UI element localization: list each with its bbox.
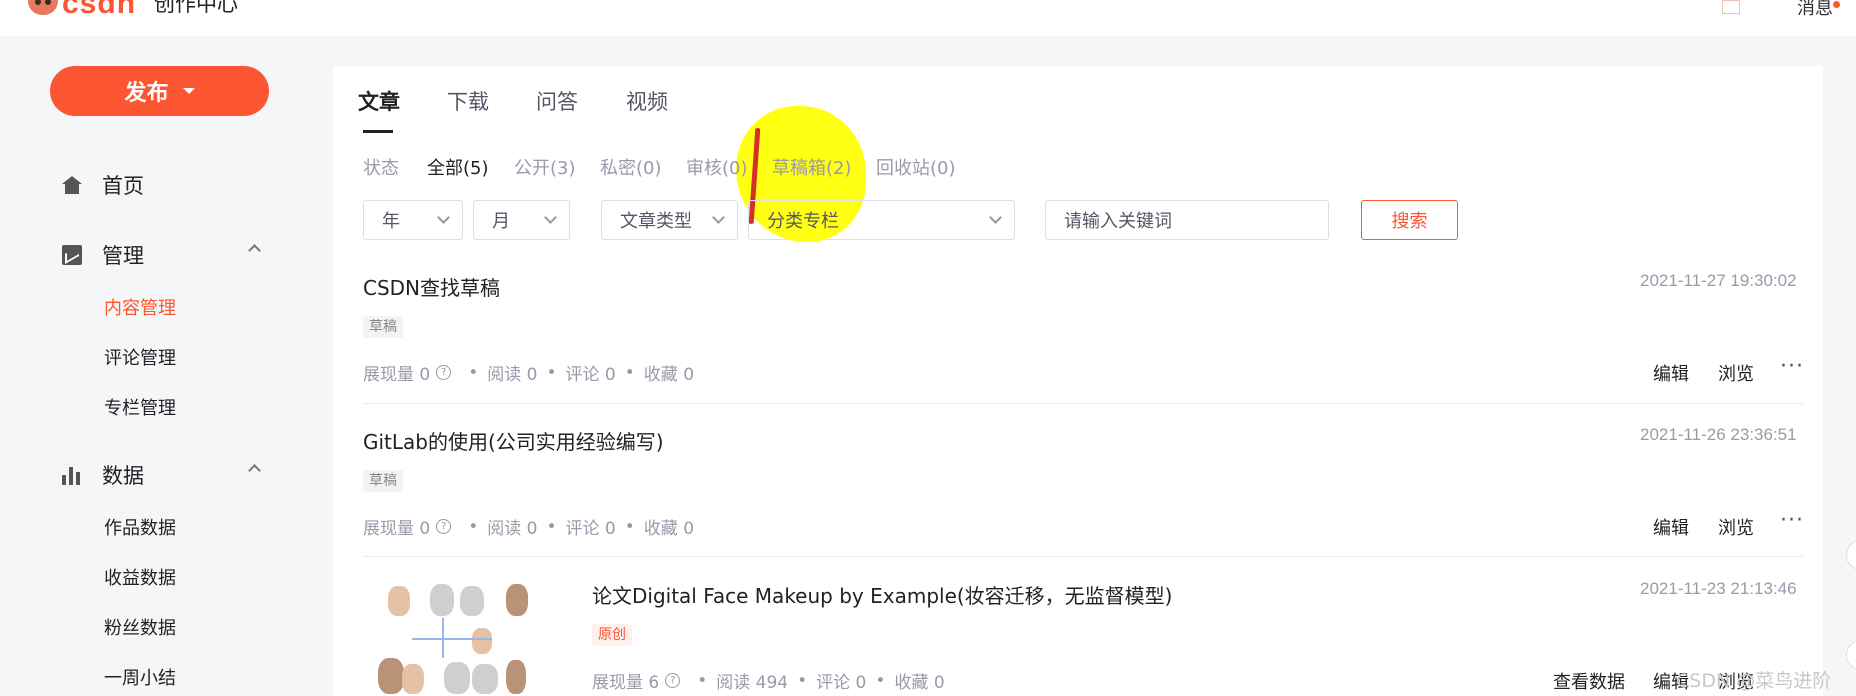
qr-code-icon[interactable] [1722, 0, 1740, 14]
reads-stat: 阅读 0 [487, 365, 538, 385]
month-select-value: 月 [492, 211, 510, 232]
sidebar-item-content-manage[interactable]: 内容管理 [104, 294, 176, 320]
original-tag: 原创 [592, 624, 632, 646]
creator-center-title: 创作中心 [154, 0, 239, 16]
sidebar-item-works-data[interactable]: 作品数据 [104, 514, 176, 540]
sidebar-item-comment-manage[interactable]: 评论管理 [104, 344, 176, 370]
column-select-value: 分类专栏 [767, 211, 839, 232]
sidebar-item-column-manage[interactable]: 专栏管理 [104, 394, 176, 420]
article-date: 2021-11-23 21:13:46 [1640, 579, 1797, 598]
messages-link[interactable]: 消息 [1797, 0, 1833, 20]
top-bar: CSDN 创作中心 消息 [0, 0, 1856, 36]
draft-tag: 草稿 [363, 316, 403, 338]
article-thumbnail[interactable] [372, 578, 530, 696]
sidebar-item-weekly-summary[interactable]: 一周小结 [104, 664, 176, 690]
more-icon[interactable]: ··· [1780, 354, 1804, 379]
logo-text: CSDN [62, 0, 137, 20]
tab-downloads[interactable]: 下载 [447, 86, 489, 116]
reads-stat: 阅读 494 [716, 673, 789, 693]
monkey-logo-icon [28, 0, 58, 15]
search-input[interactable]: 请输入关键词 [1045, 200, 1329, 240]
chevron-down-icon [437, 211, 450, 224]
sidebar-home-label: 首页 [102, 174, 144, 198]
sidebar-item-income-data[interactable]: 收益数据 [104, 564, 176, 590]
view-button[interactable]: 浏览 [1718, 514, 1754, 540]
article-stats: 展现量 0 ? • 阅读 0 • 评论 0 • 收藏 0 [363, 360, 695, 386]
chevron-down-icon [712, 211, 725, 224]
article-date: 2021-11-26 23:36:51 [1640, 425, 1797, 444]
trend-chart-icon [62, 245, 82, 265]
divider [363, 556, 1803, 557]
sidebar-item-data[interactable]: 数据 [62, 460, 144, 490]
edit-button[interactable]: 编辑 [1653, 360, 1689, 386]
year-select[interactable]: 年 [363, 200, 463, 240]
article-title[interactable]: 论文Digital Face Makeup by Example(妆容迁移，无监… [592, 580, 1172, 609]
sidebar-item-fans-data[interactable]: 粉丝数据 [104, 614, 176, 640]
publish-label: 发布 [124, 81, 169, 106]
year-select-value: 年 [382, 211, 400, 232]
filter-public[interactable]: 公开(3) [514, 154, 576, 180]
chevron-down-icon [544, 211, 557, 224]
article-type-value: 文章类型 [620, 211, 692, 232]
tab-videos[interactable]: 视频 [626, 86, 668, 116]
article-stats: 展现量 6 ? • 阅读 494 • 评论 0 • 收藏 0 [592, 668, 945, 694]
search-placeholder: 请输入关键词 [1064, 211, 1172, 232]
filter-private[interactable]: 私密(0) [600, 154, 662, 180]
impressions-stat: 展现量 0 [363, 365, 431, 385]
status-filter-label: 状态 [363, 158, 399, 179]
filter-recycle-bin[interactable]: 回收站(0) [876, 154, 956, 180]
sidebar-item-manage[interactable]: 管理 [62, 240, 144, 270]
article-type-select[interactable]: 文章类型 [601, 200, 738, 240]
draft-tag: 草稿 [363, 470, 403, 492]
sidebar-manage-label: 管理 [102, 244, 144, 268]
favorites-stat: 收藏 0 [894, 673, 945, 693]
impressions-stat: 展现量 6 [592, 673, 660, 693]
bar-chart-icon [62, 465, 82, 485]
help-icon[interactable]: ? [436, 519, 452, 534]
chevron-down-icon [989, 211, 1002, 224]
chevron-up-icon[interactable] [248, 244, 261, 257]
more-icon[interactable]: ··· [1780, 508, 1804, 533]
view-button[interactable]: 浏览 [1718, 360, 1754, 386]
article-date: 2021-11-27 19:30:02 [1640, 271, 1797, 290]
month-select[interactable]: 月 [473, 200, 570, 240]
active-tab-indicator [363, 130, 393, 133]
floating-button[interactable] [1846, 540, 1856, 570]
watermark: CSDN @菜鸟进阶中... [1676, 670, 1832, 692]
csdn-logo[interactable]: CSDN 创作中心 [28, 0, 239, 20]
publish-button[interactable]: 发布 [50, 66, 269, 116]
article-title[interactable]: GitLab的使用(公司实用经验编写) [363, 426, 664, 455]
filter-drafts[interactable]: 草稿箱(2) [772, 154, 852, 180]
home-icon [62, 176, 82, 194]
reads-stat: 阅读 0 [487, 519, 538, 539]
filter-review[interactable]: 审核(0) [686, 154, 748, 180]
sidebar-item-home[interactable]: 首页 [62, 170, 144, 200]
help-icon[interactable]: ? [436, 365, 452, 380]
comments-stat: 评论 0 [565, 519, 616, 539]
divider [363, 403, 1803, 404]
favorites-stat: 收藏 0 [643, 365, 695, 385]
chevron-up-icon[interactable] [248, 464, 261, 477]
comments-stat: 评论 0 [565, 365, 616, 385]
notification-dot [1833, 1, 1840, 8]
filter-all[interactable]: 全部(5) [427, 154, 489, 180]
impressions-stat: 展现量 0 [363, 519, 431, 539]
tab-qa[interactable]: 问答 [536, 86, 578, 116]
column-select[interactable]: 分类专栏 [748, 200, 1015, 240]
favorites-stat: 收藏 0 [643, 519, 695, 539]
caret-down-icon [182, 88, 195, 94]
edit-button[interactable]: 编辑 [1653, 514, 1689, 540]
article-title[interactable]: CSDN查找草稿 [363, 272, 500, 301]
help-icon[interactable]: ? [665, 673, 681, 688]
search-button[interactable]: 搜索 [1361, 200, 1458, 240]
comments-stat: 评论 0 [816, 673, 867, 693]
article-stats: 展现量 0 ? • 阅读 0 • 评论 0 • 收藏 0 [363, 514, 695, 540]
sidebar-data-label: 数据 [102, 464, 144, 488]
tab-articles[interactable]: 文章 [358, 86, 400, 116]
view-data-button[interactable]: 查看数据 [1553, 668, 1625, 694]
